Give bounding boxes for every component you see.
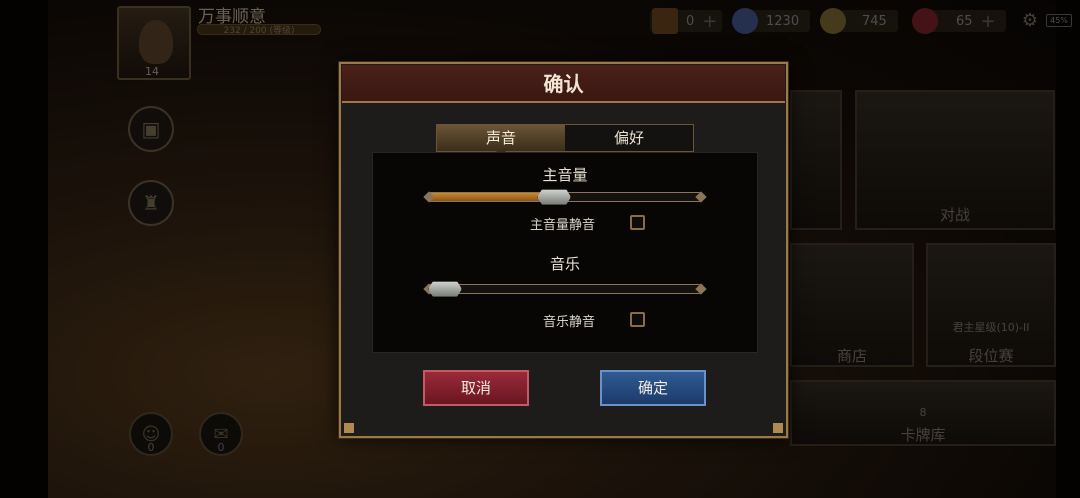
slider-fill bbox=[429, 193, 555, 201]
dialog-title: 确认 bbox=[543, 72, 584, 96]
music-mute-checkbox[interactable] bbox=[630, 312, 645, 327]
tab-preferences[interactable]: 偏好 bbox=[565, 125, 693, 151]
settings-dialog: 确认 声音 偏好 主音量 主音量静音 音乐 音乐静音 取消 确定 bbox=[339, 62, 788, 438]
slider-handle[interactable] bbox=[428, 281, 462, 297]
master-mute-label: 主音量静音 bbox=[529, 218, 595, 233]
master-mute-row: 主音量静音 bbox=[373, 214, 757, 233]
dialog-title-bar: 确认 bbox=[342, 65, 785, 103]
tab-sound[interactable]: 声音 bbox=[437, 125, 565, 157]
music-volume-slider[interactable] bbox=[423, 281, 707, 297]
confirm-button[interactable]: 确定 bbox=[600, 370, 706, 406]
music-label: 音乐 bbox=[549, 255, 580, 273]
sound-settings-panel: 主音量 主音量静音 音乐 音乐静音 bbox=[372, 152, 758, 353]
cancel-button[interactable]: 取消 bbox=[423, 370, 529, 406]
master-volume-label: 主音量 bbox=[542, 166, 588, 184]
master-mute-checkbox[interactable] bbox=[630, 215, 645, 230]
music-mute-label: 音乐静音 bbox=[542, 315, 595, 330]
corner-ornament bbox=[344, 423, 354, 433]
master-volume-slider[interactable] bbox=[423, 189, 707, 205]
corner-ornament bbox=[773, 423, 783, 433]
music-mute-row: 音乐静音 bbox=[373, 311, 757, 330]
settings-tabs: 声音 偏好 bbox=[436, 124, 694, 157]
slider-handle[interactable] bbox=[537, 189, 572, 205]
slider-track bbox=[429, 284, 701, 294]
